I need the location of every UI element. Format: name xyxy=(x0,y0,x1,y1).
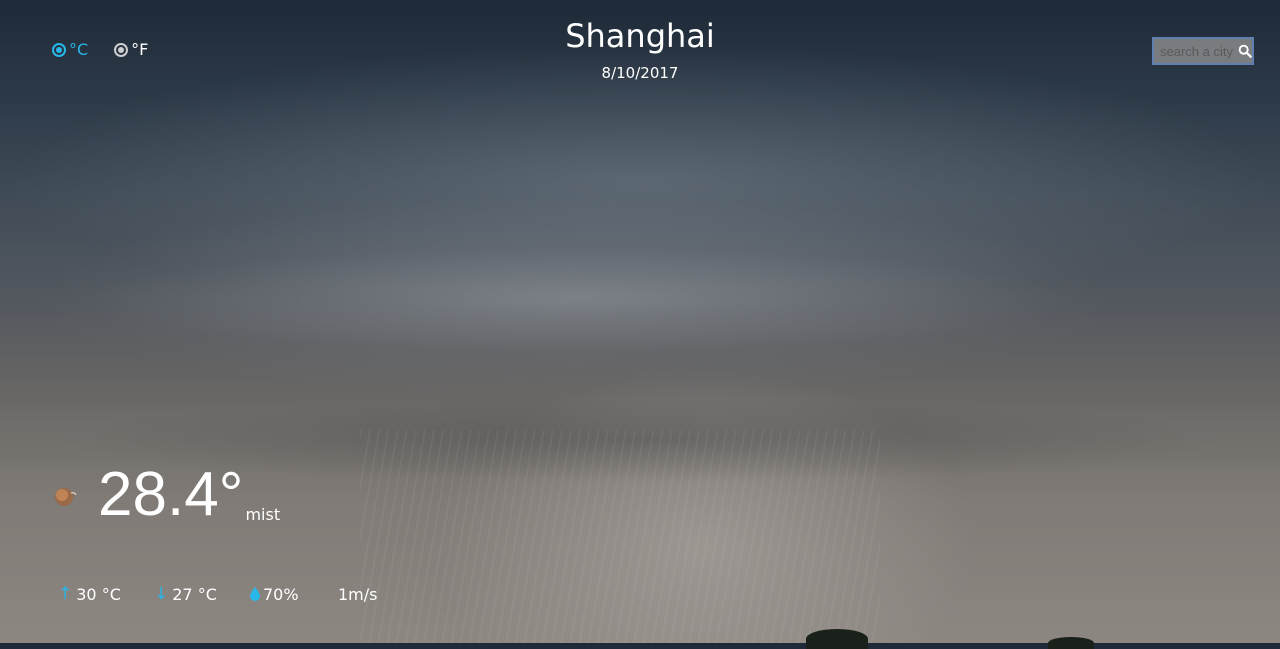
wind-stat: 1m/s xyxy=(338,584,378,604)
current-temperature: 28.4° xyxy=(98,460,244,529)
low-temp-value: 27 °C xyxy=(172,584,217,604)
current-weather: 28.4° mist xyxy=(52,460,280,530)
rain-shaft xyxy=(360,430,880,643)
water-drop-icon xyxy=(250,587,260,601)
tree-silhouette xyxy=(806,629,868,649)
search-input[interactable] xyxy=(1154,40,1236,62)
search-icon[interactable] xyxy=(1238,43,1252,59)
weather-description: mist xyxy=(245,505,281,524)
arrow-down-icon: ↓ xyxy=(154,584,169,604)
city-name: Shanghai xyxy=(565,17,715,55)
high-temp-value: 30 °C xyxy=(76,584,121,604)
low-temp-stat: ↓ 27 °C xyxy=(154,584,250,604)
current-date: 8/10/2017 xyxy=(601,64,679,82)
arrow-up-icon: ↑ xyxy=(58,584,73,604)
high-temp-stat: ↑ 30 °C xyxy=(58,584,154,604)
city-search xyxy=(1152,37,1254,65)
wind-value: 1m/s xyxy=(338,584,378,604)
humidity-stat: 70% xyxy=(250,584,338,604)
weather-stats: ↑ 30 °C ↓ 27 °C 70% 1m/s xyxy=(58,584,378,604)
cloud-layer xyxy=(0,225,1280,375)
location-header: Shanghai 8/10/2017 xyxy=(0,16,1280,82)
tree-silhouette xyxy=(1048,637,1094,649)
humidity-value: 70% xyxy=(263,584,299,604)
mist-icon xyxy=(55,488,77,506)
